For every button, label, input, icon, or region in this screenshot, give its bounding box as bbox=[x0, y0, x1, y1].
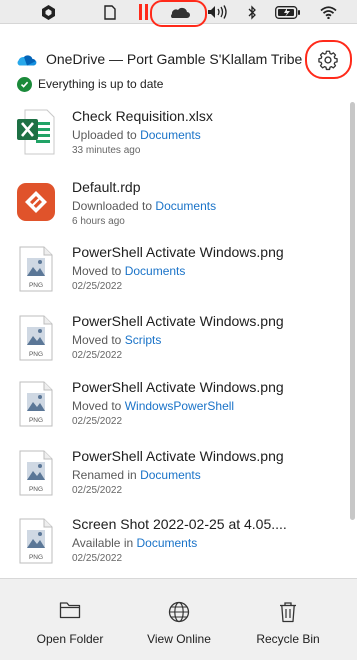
folder-link[interactable]: Documents bbox=[137, 536, 198, 550]
png-file-icon: PNG bbox=[17, 450, 55, 496]
footer-toolbar: Open Folder View Online Recycle Bin bbox=[0, 578, 357, 660]
file-name: PowerShell Activate Windows.png bbox=[72, 244, 284, 260]
file-action: Renamed in Documents bbox=[72, 468, 201, 482]
file-time: 02/25/2022 bbox=[72, 350, 123, 361]
bluetooth-icon[interactable] bbox=[244, 0, 260, 24]
settings-highlight bbox=[305, 40, 352, 79]
battery-icon[interactable] bbox=[274, 0, 302, 24]
view-online-label: View Online bbox=[147, 632, 211, 646]
globe-icon bbox=[168, 601, 190, 623]
wifi-icon[interactable] bbox=[318, 0, 338, 24]
folder-link[interactable]: Documents bbox=[125, 264, 186, 278]
list-item[interactable]: PNG PowerShell Activate Windows.png Move… bbox=[0, 313, 349, 379]
open-folder-label: Open Folder bbox=[36, 632, 104, 646]
file-action: Available in Documents bbox=[72, 536, 198, 550]
trash-icon bbox=[278, 601, 298, 623]
file-action: Downloaded to Documents bbox=[72, 199, 217, 213]
file-action: Moved to WindowsPowerShell bbox=[72, 399, 235, 413]
document-icon[interactable] bbox=[102, 0, 118, 24]
recycle-bin-label: Recycle Bin bbox=[256, 632, 320, 646]
file-time: 02/25/2022 bbox=[72, 281, 123, 292]
volume-icon[interactable] bbox=[206, 0, 230, 24]
recycle-bin-button[interactable]: Recycle Bin bbox=[240, 579, 336, 660]
folder-link[interactable]: Documents bbox=[140, 128, 201, 142]
file-time: 02/25/2022 bbox=[72, 485, 123, 496]
status-app-icon[interactable] bbox=[40, 0, 56, 24]
png-label: PNG bbox=[29, 351, 43, 358]
excel-icon bbox=[17, 109, 55, 155]
file-time: 02/25/2022 bbox=[72, 553, 123, 564]
file-time: 02/25/2022 bbox=[72, 416, 123, 427]
png-file-icon: PNG bbox=[17, 315, 55, 361]
file-name: PowerShell Activate Windows.png bbox=[72, 448, 284, 464]
onedrive-header: OneDrive — Port Gamble S'Klallam Tribe E… bbox=[0, 38, 357, 98]
png-label: PNG bbox=[29, 282, 43, 289]
scrollbar[interactable] bbox=[350, 102, 355, 520]
account-title: OneDrive — Port Gamble S'Klallam Tribe bbox=[46, 51, 303, 67]
png-label: PNG bbox=[29, 486, 43, 493]
file-action: Moved to Scripts bbox=[72, 333, 162, 347]
remote-desktop-icon bbox=[17, 183, 55, 229]
file-name: PowerShell Activate Windows.png bbox=[72, 379, 284, 395]
sync-status: Everything is up to date bbox=[38, 77, 164, 91]
list-item[interactable]: Default.rdp Downloaded to Documents 6 ho… bbox=[0, 177, 349, 243]
file-time: 6 hours ago bbox=[72, 216, 125, 227]
activity-list[interactable]: Check Requisition.xlsx Uploaded to Docum… bbox=[0, 98, 349, 578]
onedrive-highlight bbox=[150, 0, 207, 27]
list-item[interactable]: PNG PowerShell Activate Windows.png Move… bbox=[0, 379, 349, 445]
onedrive-cloud-icon bbox=[15, 53, 37, 72]
list-item[interactable]: PNG PowerShell Activate Windows.png Move… bbox=[0, 244, 349, 310]
open-folder-button[interactable]: Open Folder bbox=[22, 579, 118, 660]
folder-link[interactable]: Scripts bbox=[125, 333, 162, 347]
file-time: 33 minutes ago bbox=[72, 145, 141, 156]
file-name: Screen Shot 2022-02-25 at 4.05.... bbox=[72, 516, 287, 532]
list-item[interactable]: PNG Screen Shot 2022-02-25 at 4.05.... A… bbox=[0, 516, 349, 578]
recording-indicator-icon bbox=[138, 0, 150, 24]
file-action: Moved to Documents bbox=[72, 264, 186, 278]
png-label: PNG bbox=[29, 417, 43, 424]
view-online-button[interactable]: View Online bbox=[131, 579, 227, 660]
file-name: Default.rdp bbox=[72, 179, 141, 195]
png-file-icon: PNG bbox=[17, 381, 55, 427]
list-item[interactable]: Check Requisition.xlsx Uploaded to Docum… bbox=[0, 106, 349, 172]
file-name: Check Requisition.xlsx bbox=[72, 108, 213, 124]
file-action: Uploaded to Documents bbox=[72, 128, 201, 142]
list-item[interactable]: PNG PowerShell Activate Windows.png Rena… bbox=[0, 448, 349, 514]
folder-icon bbox=[59, 601, 81, 623]
file-name: PowerShell Activate Windows.png bbox=[72, 313, 284, 329]
folder-link[interactable]: WindowsPowerShell bbox=[125, 399, 234, 413]
png-file-icon: PNG bbox=[17, 518, 55, 564]
png-file-icon: PNG bbox=[17, 246, 55, 292]
folder-link[interactable]: Documents bbox=[155, 199, 216, 213]
check-circle-icon bbox=[17, 77, 32, 92]
folder-link[interactable]: Documents bbox=[140, 468, 201, 482]
png-label: PNG bbox=[29, 554, 43, 561]
